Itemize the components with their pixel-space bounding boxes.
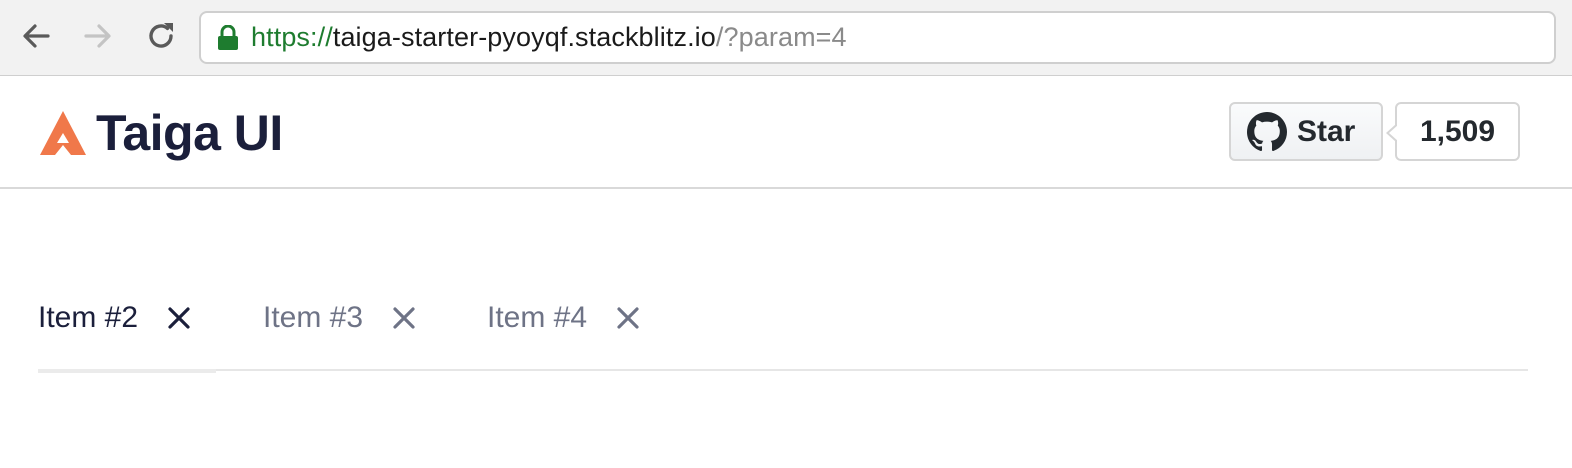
- forward-arrow-icon: [84, 24, 111, 48]
- github-star-count[interactable]: 1,509: [1386, 102, 1520, 161]
- close-icon: [393, 307, 415, 329]
- tab-label: Item #3: [263, 301, 364, 334]
- logo-text: Taiga UI: [96, 105, 283, 161]
- reload-button[interactable]: [139, 14, 183, 58]
- lock-icon: [218, 24, 238, 50]
- tab-item-4[interactable]: Item #4: [487, 283, 667, 371]
- back-button[interactable]: [14, 14, 58, 58]
- url-scheme: https://: [251, 22, 333, 52]
- browser-toolbar: https://taiga-starter-pyoyqf.stackblitz.…: [0, 0, 1572, 76]
- back-arrow-icon: [23, 24, 50, 48]
- github-star-label: Star: [1297, 114, 1356, 148]
- tab-item-2[interactable]: Item #2: [38, 283, 216, 373]
- close-tab-button[interactable]: [391, 305, 417, 331]
- tab-label: Item #4: [487, 301, 588, 334]
- active-tab-indicator: [38, 369, 216, 373]
- github-star-button[interactable]: Star: [1229, 102, 1383, 161]
- close-icon: [617, 307, 639, 329]
- close-tab-button[interactable]: [166, 305, 192, 331]
- url-host: taiga-starter-pyoyqf.stackblitz.io: [332, 22, 716, 52]
- tabs-bar: Item #2 Item #3 Item #4: [38, 283, 1528, 373]
- taiga-logo-icon: [40, 111, 86, 155]
- reload-icon: [149, 23, 173, 48]
- site-header: Taiga UI Star 1,509: [0, 77, 1572, 189]
- close-icon: [168, 307, 190, 329]
- close-tab-button[interactable]: [615, 305, 641, 331]
- github-icon: [1247, 111, 1287, 151]
- forward-button[interactable]: [76, 14, 120, 58]
- tab-item-3[interactable]: Item #3: [263, 283, 443, 371]
- url-path: /?param=4: [715, 22, 847, 52]
- logo[interactable]: Taiga UI: [38, 103, 283, 163]
- tab-label: Item #2: [38, 301, 139, 334]
- address-bar[interactable]: https://taiga-starter-pyoyqf.stackblitz.…: [199, 11, 1556, 64]
